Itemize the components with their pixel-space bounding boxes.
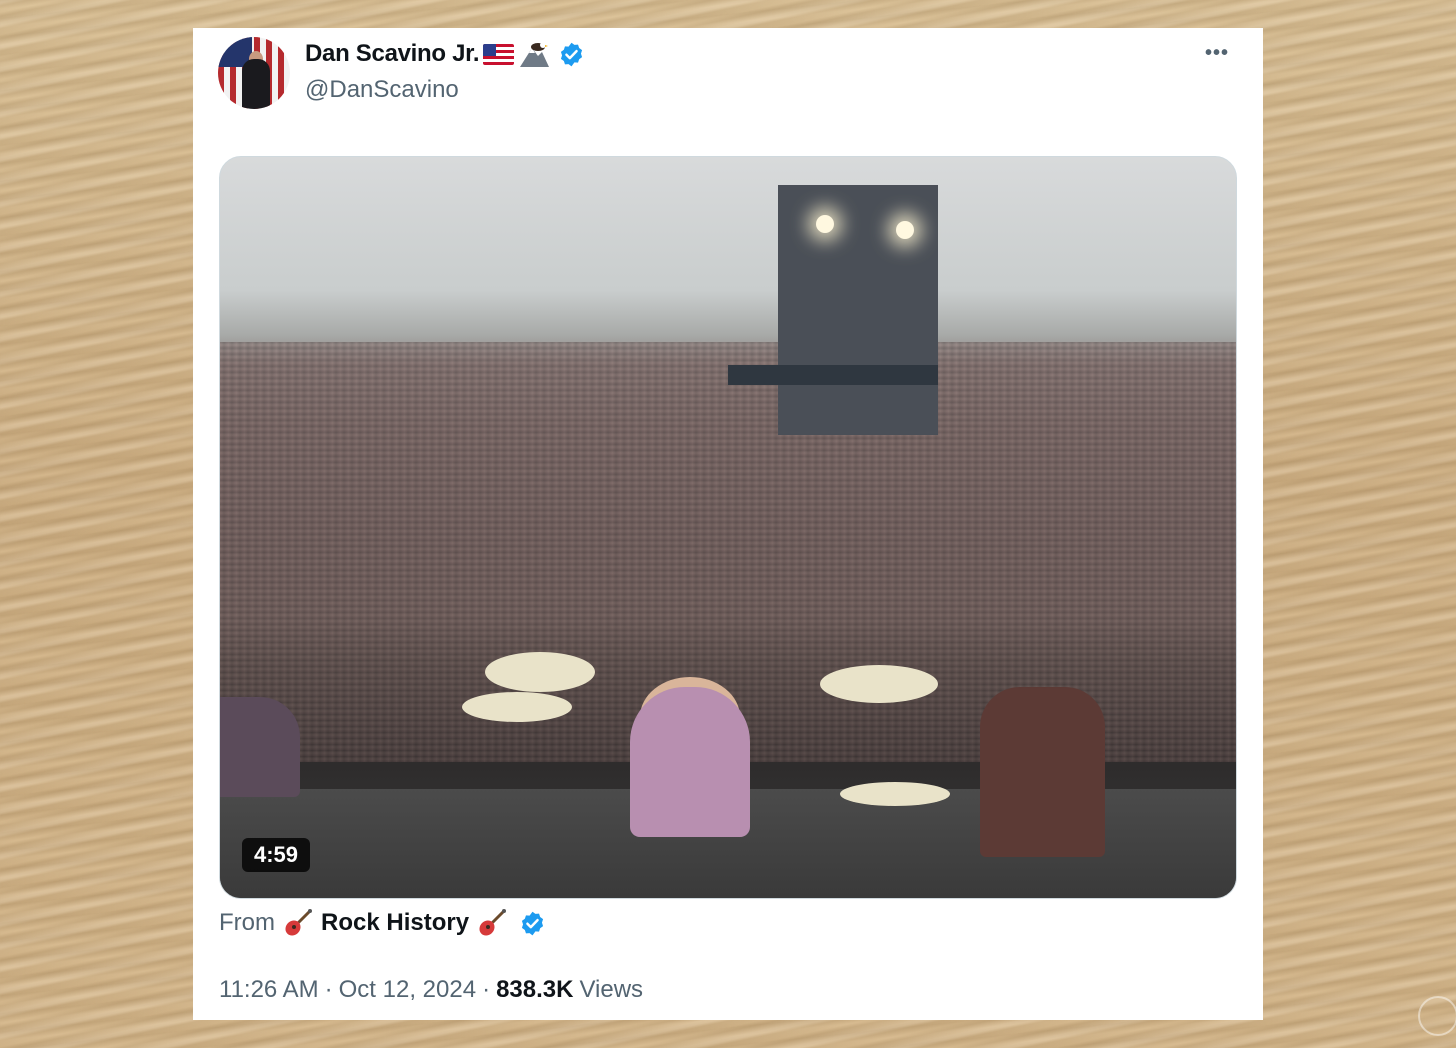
tweet-time[interactable]: 11:26 AM: [219, 976, 319, 1004]
author-display-name[interactable]: Dan Scavino Jr.: [305, 40, 480, 68]
from-label: From: [219, 909, 275, 936]
avatar-person: [242, 59, 270, 109]
video-source-attribution[interactable]: From Rock History: [219, 908, 546, 938]
eagle-mountain-icon: [520, 42, 550, 67]
video-cymbal: [820, 665, 938, 703]
video-cymbal: [840, 782, 950, 806]
video-player[interactable]: 4:59: [219, 156, 1237, 899]
avatar[interactable]: [218, 37, 290, 109]
tweet-metadata: 11:26 AM · Oct 12, 2024 · 838.3K Views: [219, 976, 643, 1004]
views-count: 838.3K: [496, 976, 574, 1003]
video-cymbal: [462, 692, 572, 722]
video-cymbal: [485, 652, 595, 692]
page-background: { "tweet": { "display_name": "Dan Scavin…: [0, 0, 1456, 1048]
video-duration-badge: 4:59: [242, 838, 311, 872]
views-label: Views: [579, 976, 644, 1003]
watermark-icon: [1418, 996, 1456, 1036]
tweet-card: Dan Scavino Jr. @DanScavino ••• 4:59 Fro…: [193, 28, 1263, 1020]
source-account-name[interactable]: Rock History: [321, 909, 469, 937]
verified-badge-icon: [521, 911, 544, 935]
video-guitarist-right: [980, 687, 1105, 857]
video-drummer: [630, 687, 750, 837]
video-guitarist-left: [220, 697, 300, 797]
tweet-date[interactable]: Oct 12, 2024: [339, 976, 476, 1004]
verified-badge-icon: [561, 42, 583, 66]
author-name-row[interactable]: Dan Scavino Jr.: [305, 40, 585, 68]
more-options-icon[interactable]: •••: [1205, 42, 1229, 65]
video-stage-tower: [728, 185, 938, 435]
separator-dot: ·: [324, 976, 333, 1003]
guitar-icon: [479, 909, 507, 936]
us-flag-icon: [483, 43, 515, 65]
separator-dot: ·: [482, 976, 491, 1003]
author-handle[interactable]: @DanScavino: [305, 76, 459, 104]
guitar-icon: [285, 909, 312, 936]
